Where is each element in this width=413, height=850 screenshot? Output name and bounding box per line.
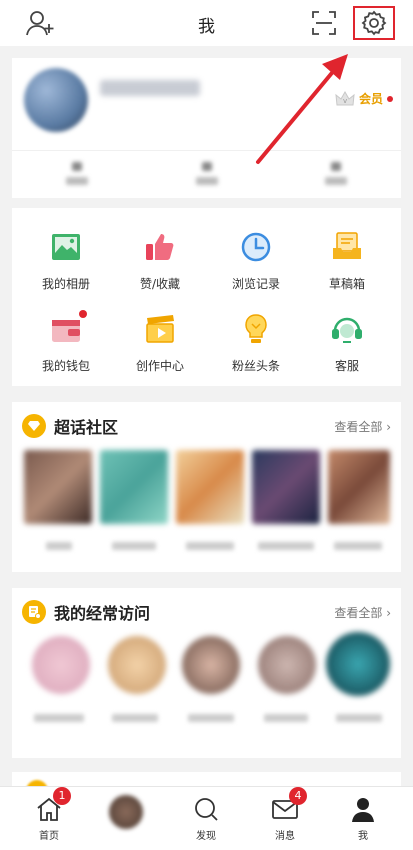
topic-caption (46, 542, 72, 550)
visited-user-caption (188, 714, 234, 722)
home-badge: 1 (53, 787, 71, 805)
envelope-icon: 4 (271, 787, 307, 823)
visited-user-avatar[interactable] (108, 636, 166, 694)
bottom-tab-bar: 1 首页 发现 4 消息 我 (0, 786, 413, 850)
tool-label: 客服 (334, 359, 359, 373)
tool-label: 我的钱包 (41, 359, 90, 373)
tab-me[interactable]: 我 (328, 795, 398, 842)
tool-label: 浏览记录 (231, 277, 280, 291)
profile-card[interactable]: v 会员 (12, 58, 401, 198)
vip-notification-dot (387, 95, 393, 102)
tool-label: 赞/收藏 (139, 277, 181, 291)
section-title: 我的经常访问 (54, 604, 151, 623)
frequent-see-all[interactable]: 查看全部 › (334, 604, 391, 621)
thumb-up-icon (143, 230, 177, 264)
person-icon (349, 795, 377, 823)
center-avatar-button[interactable] (109, 795, 143, 829)
topic-thumbnail[interactable] (176, 450, 244, 524)
settings-gear-icon[interactable] (353, 6, 395, 40)
avatar[interactable] (24, 68, 88, 132)
topic-thumbnail[interactable] (328, 450, 390, 524)
album-icon (49, 230, 83, 264)
search-icon (192, 795, 220, 823)
diamond-icon (22, 414, 46, 438)
tool-fans-headline[interactable]: 粉丝头条 (216, 312, 296, 374)
creator-clapper-icon (143, 312, 177, 346)
wallet-icon (49, 310, 87, 346)
stat-followers[interactable] (271, 151, 401, 196)
visited-user-caption (264, 714, 308, 722)
topic-caption (112, 542, 156, 550)
wallet-notification-dot (79, 310, 87, 318)
tool-wallet[interactable]: 我的钱包 (26, 310, 106, 374)
section-title: 超话社区 (54, 418, 119, 437)
visit-card-icon (22, 600, 46, 624)
stat-weibo[interactable] (12, 151, 142, 196)
messages-badge: 4 (289, 787, 307, 805)
tab-discover[interactable]: 发现 (171, 795, 241, 842)
topic-thumbnail[interactable] (100, 450, 168, 524)
visited-user-caption (336, 714, 382, 722)
tool-creator[interactable]: 创作中心 (120, 312, 200, 374)
stat-following[interactable] (142, 151, 272, 196)
tool-customer-service[interactable]: 客服 (307, 312, 387, 374)
frequent-visits-header[interactable]: 我的经常访问 (22, 600, 150, 624)
home-icon: 1 (35, 787, 71, 823)
drafts-inbox-icon (330, 230, 364, 264)
username-blurred (100, 80, 200, 96)
tab-label: 消息 (275, 831, 295, 842)
tab-home[interactable]: 1 首页 (14, 787, 84, 842)
vip-entry[interactable]: v 会员 (335, 90, 393, 107)
tool-label: 粉丝头条 (231, 359, 280, 373)
visited-user-avatar[interactable] (258, 636, 316, 694)
tab-messages[interactable]: 4 消息 (250, 787, 320, 842)
topic-thumbnail[interactable] (24, 450, 92, 524)
visited-user-caption (112, 714, 158, 722)
history-clock-icon (239, 230, 273, 264)
headset-icon (330, 312, 364, 346)
tool-label: 我的相册 (41, 277, 90, 291)
tool-history[interactable]: 浏览记录 (216, 230, 296, 292)
visited-user-avatar[interactable] (326, 632, 390, 696)
tab-label: 我 (358, 831, 368, 842)
fans-bulb-icon (239, 312, 273, 346)
tools-grid: 我的相册 赞/收藏 浏览记录 草稿箱 我的钱包 创作中心 粉丝头条 客服 (12, 208, 401, 386)
super-topic-see-all[interactable]: 查看全部 › (334, 418, 391, 435)
tool-album[interactable]: 我的相册 (26, 230, 106, 292)
tool-drafts[interactable]: 草稿箱 (307, 230, 387, 292)
vip-label: 会员 (358, 92, 383, 106)
top-bar: 我 (0, 0, 413, 46)
topic-caption (334, 542, 382, 550)
scan-icon[interactable] (312, 11, 336, 35)
visited-user-caption (34, 714, 84, 722)
page-title: 我 (198, 17, 215, 37)
svg-text:v: v (343, 97, 347, 105)
tool-label: 创作中心 (135, 359, 184, 373)
tool-likes[interactable]: 赞/收藏 (120, 230, 200, 292)
tool-label: 草稿箱 (328, 277, 365, 291)
vip-crown-icon: v (335, 90, 355, 105)
visited-user-avatar[interactable] (182, 636, 240, 694)
frequent-visits-section: 我的经常访问 查看全部 › (12, 588, 401, 758)
super-topic-section: 超话社区 查看全部 › (12, 402, 401, 572)
topic-thumbnail[interactable] (252, 450, 320, 524)
tab-label: 首页 (39, 831, 59, 842)
profile-stats (12, 150, 401, 196)
super-topic-header[interactable]: 超话社区 (22, 414, 118, 438)
topic-caption (186, 542, 234, 550)
visited-user-avatar[interactable] (32, 636, 90, 694)
tab-label: 发现 (196, 831, 216, 842)
topic-caption (258, 542, 314, 550)
